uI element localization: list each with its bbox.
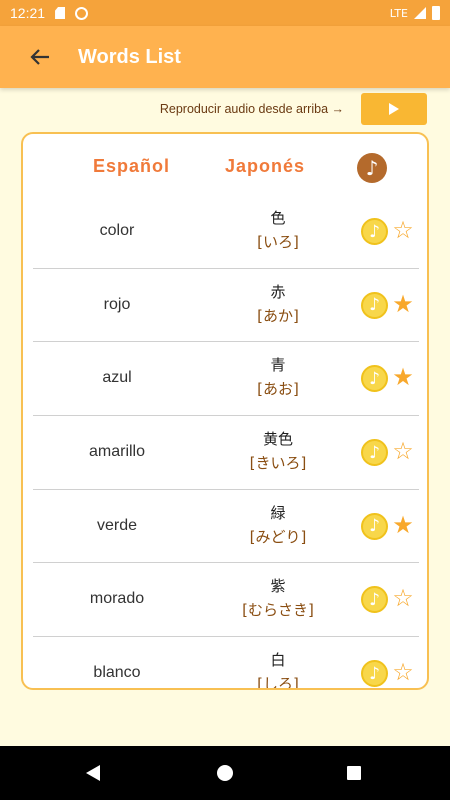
back-button[interactable] xyxy=(0,26,80,88)
japanese-word: 緑 [みどり] xyxy=(211,502,345,547)
word-row[interactable]: verde 緑 [みどり] ♪ ★ xyxy=(33,490,419,564)
kana-text: [いろ] xyxy=(257,233,299,251)
spanish-word: verde xyxy=(96,516,138,534)
japanese-word: 色 [いろ] xyxy=(211,207,345,252)
spanish-word: amarillo xyxy=(88,443,145,461)
star-outline-icon[interactable]: ☆ xyxy=(390,583,416,613)
play-word-note-icon[interactable]: ♪ xyxy=(361,218,388,245)
kanji-text: 紫 xyxy=(270,577,286,596)
kanji-text: 色 xyxy=(270,209,286,227)
audio-row: Reproducir audio desde arriba → xyxy=(0,93,450,127)
star-outline-icon[interactable]: ☆ xyxy=(390,657,416,687)
header-spanish: Español xyxy=(93,156,171,176)
play-all-note-icon[interactable]: ♪ xyxy=(357,153,387,183)
nav-back-icon[interactable] xyxy=(86,765,100,781)
system-nav-bar xyxy=(0,746,450,800)
kana-text: [しろ] xyxy=(257,675,299,690)
star-filled-icon[interactable]: ★ xyxy=(390,289,416,319)
word-row[interactable]: morado 紫 [むらさき] ♪ ☆ xyxy=(33,563,419,638)
arrow-left-icon xyxy=(30,49,49,65)
word-row[interactable]: blanco 白 [しろ] ♪ ☆ xyxy=(33,637,419,690)
star-filled-icon[interactable]: ★ xyxy=(390,510,416,540)
spanish-word: morado xyxy=(89,590,145,608)
play-word-note-icon[interactable]: ♪ xyxy=(361,660,388,688)
word-row[interactable]: azul 青 [あお] ♪ ★ xyxy=(33,342,419,417)
japanese-word: 青 [あお] xyxy=(211,354,345,399)
status-bar: 12:21 LTE xyxy=(0,0,450,26)
kana-text: [みどり] xyxy=(249,527,307,546)
words-card: Español Japonés ♪ color 色 [いろ] ♪ ☆ rojo 赤 [あか] ♪… xyxy=(21,132,429,690)
japanese-word: 赤 [あか] xyxy=(211,281,345,326)
spanish-word: azul xyxy=(102,369,132,387)
battery-icon xyxy=(432,6,440,20)
spanish-word: blanco xyxy=(93,664,141,682)
kanji-text: 青 xyxy=(270,356,286,375)
star-filled-icon[interactable]: ★ xyxy=(390,362,416,392)
kana-text: [きいろ] xyxy=(249,454,307,473)
japanese-word: 白 [しろ] xyxy=(211,649,345,690)
word-list: color 色 [いろ] ♪ ☆ rojo 赤 [あか] ♪ ★ azul 青 [あお] ♪ ★ amaril… xyxy=(33,195,419,690)
signal-icon xyxy=(414,7,426,19)
page-title: Words List xyxy=(78,45,181,68)
audio-label: Reproducir audio desde arriba → xyxy=(159,102,344,116)
kanji-text: 緑 xyxy=(270,503,286,522)
japanese-word: 紫 [むらさき] xyxy=(211,575,345,620)
network-label: LTE xyxy=(389,6,408,20)
sync-icon xyxy=(75,6,89,20)
word-row[interactable]: color 色 [いろ] ♪ ☆ xyxy=(33,195,419,269)
list-header: Español Japonés ♪ xyxy=(23,134,427,198)
japanese-word: 黄色 [きいろ] xyxy=(211,428,345,473)
spanish-word: color xyxy=(99,222,135,239)
star-outline-icon[interactable]: ☆ xyxy=(390,436,416,466)
kanji-text: 黄色 xyxy=(262,430,293,449)
kana-text: [あか] xyxy=(257,306,299,325)
kana-text: [むらさき] xyxy=(242,601,314,620)
status-right: LTE xyxy=(390,6,440,20)
spanish-word: rojo xyxy=(103,295,131,313)
kanji-text: 赤 xyxy=(270,282,286,301)
play-word-note-icon[interactable]: ♪ xyxy=(361,512,388,540)
play-audio-button[interactable] xyxy=(361,93,427,125)
nav-recents-icon[interactable] xyxy=(347,766,361,780)
play-word-note-icon[interactable]: ♪ xyxy=(361,586,388,614)
status-time: 12:21 xyxy=(10,5,46,21)
kana-text: [あお] xyxy=(257,380,299,399)
nav-home-icon[interactable] xyxy=(217,765,233,781)
word-row[interactable]: amarillo 黄色 [きいろ] ♪ ☆ xyxy=(33,416,419,490)
app-bar: Words List xyxy=(0,26,450,88)
play-icon xyxy=(389,103,399,115)
header-japanese: Japonés xyxy=(225,156,306,176)
play-word-note-icon[interactable]: ♪ xyxy=(361,365,388,393)
word-row[interactable]: rojo 赤 [あか] ♪ ★ xyxy=(33,269,419,343)
sd-card-icon xyxy=(55,7,66,19)
star-outline-icon[interactable]: ☆ xyxy=(390,215,416,245)
play-word-note-icon[interactable]: ♪ xyxy=(361,439,388,467)
kanji-text: 白 xyxy=(270,651,286,670)
play-word-note-icon[interactable]: ♪ xyxy=(361,291,388,319)
